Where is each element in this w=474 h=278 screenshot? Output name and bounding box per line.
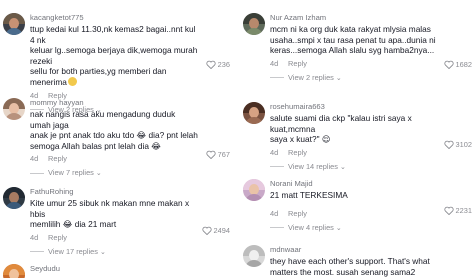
chevron-down-icon: ⌄: [335, 74, 342, 82]
avatar[interactable]: [3, 98, 25, 120]
divider: [30, 172, 44, 174]
comment-username[interactable]: Seydudu: [30, 264, 232, 273]
avatar[interactable]: [3, 187, 25, 209]
comment-username[interactable]: Norani Majid: [270, 179, 474, 188]
heart-icon: [443, 206, 454, 215]
avatar[interactable]: [243, 245, 265, 267]
comment-username[interactable]: FathuRohing: [30, 187, 232, 196]
comment-username[interactable]: Nur Azam Izham: [270, 13, 474, 22]
view-replies-button[interactable]: View 17 replies ⌄: [30, 247, 232, 257]
heart-icon: [206, 150, 216, 159]
comment-username[interactable]: mommy hayyan: [30, 98, 232, 107]
like-count: 236: [217, 60, 230, 69]
divider: [270, 166, 284, 168]
comment-date: 4d: [270, 147, 279, 157]
comment-username[interactable]: rosehumaira663: [270, 102, 474, 111]
chevron-down-icon: ⌄: [99, 248, 106, 256]
like-button[interactable]: 2494: [201, 226, 230, 235]
comment-date: 4d: [270, 208, 279, 218]
comment-date: 4d: [30, 154, 39, 164]
reply-button[interactable]: Reply: [48, 154, 67, 163]
like-count: 2231: [455, 206, 472, 215]
comment-text: 21 matt TERKESIMA: [270, 190, 348, 200]
avatar[interactable]: [243, 13, 265, 35]
left-comment-column: kacangketot775 ttup kedai kul 11.30,nk k…: [0, 0, 232, 278]
comment-username[interactable]: kacangketot775: [30, 13, 232, 22]
comment-username[interactable]: mdnwaar: [270, 245, 474, 254]
heart-icon: [201, 226, 212, 235]
comment-date: 4d: [270, 58, 279, 68]
avatar[interactable]: [243, 102, 265, 124]
divider: [270, 77, 284, 79]
reply-button[interactable]: Reply: [288, 148, 307, 157]
view-replies-button[interactable]: View 14 replies ⌄: [270, 162, 474, 172]
chevron-down-icon: ⌄: [339, 163, 346, 171]
avatar[interactable]: [3, 264, 25, 278]
like-count: 1682: [455, 60, 472, 69]
divider: [30, 251, 44, 253]
chevron-down-icon: ⌄: [95, 170, 102, 178]
comment-text: ttup kedai kul 11.30,nk kemas2 bagai..nn…: [30, 24, 198, 87]
heart-icon: [443, 140, 454, 149]
like-button[interactable]: 767: [206, 150, 230, 159]
heart-icon: [443, 60, 454, 69]
view-replies-button[interactable]: View 7 replies ⌄: [30, 168, 232, 178]
like-button[interactable]: 236: [206, 60, 230, 69]
folded-hands-emoji-icon: [67, 76, 77, 86]
comment-text: they have each other's support. That's w…: [270, 256, 430, 277]
avatar[interactable]: [243, 179, 265, 201]
like-button[interactable]: 2231: [443, 206, 472, 215]
like-count: 2494: [213, 226, 230, 235]
comment-date: 4d: [30, 232, 39, 242]
reply-button[interactable]: Reply: [288, 209, 307, 218]
like-count: 3102: [455, 140, 472, 149]
comment-text: Kite umur 25 sibuk nk makan mne makan x …: [30, 198, 190, 230]
reply-button[interactable]: Reply: [288, 59, 307, 68]
comment-text: nak nangis rasa aku mengadung duduk umah…: [30, 109, 198, 151]
like-button[interactable]: 3102: [443, 140, 472, 149]
like-button[interactable]: 1682: [443, 60, 472, 69]
chevron-down-icon: ⌄: [335, 224, 342, 232]
avatar[interactable]: [3, 13, 25, 35]
comment-text: mcm ni ka org duk kata rakyat mlysia mal…: [270, 24, 436, 56]
right-comment-column: Nur Azam Izham mcm ni ka org duk kata ra…: [240, 0, 474, 278]
like-count: 767: [217, 150, 230, 159]
reply-button[interactable]: Reply: [48, 233, 67, 242]
view-replies-button[interactable]: View 4 replies ⌄: [270, 223, 474, 233]
divider: [270, 227, 284, 229]
view-replies-button[interactable]: View 2 replies ⌄: [270, 73, 474, 83]
heart-icon: [206, 60, 216, 69]
comment-meta: 4d Reply: [30, 152, 232, 164]
